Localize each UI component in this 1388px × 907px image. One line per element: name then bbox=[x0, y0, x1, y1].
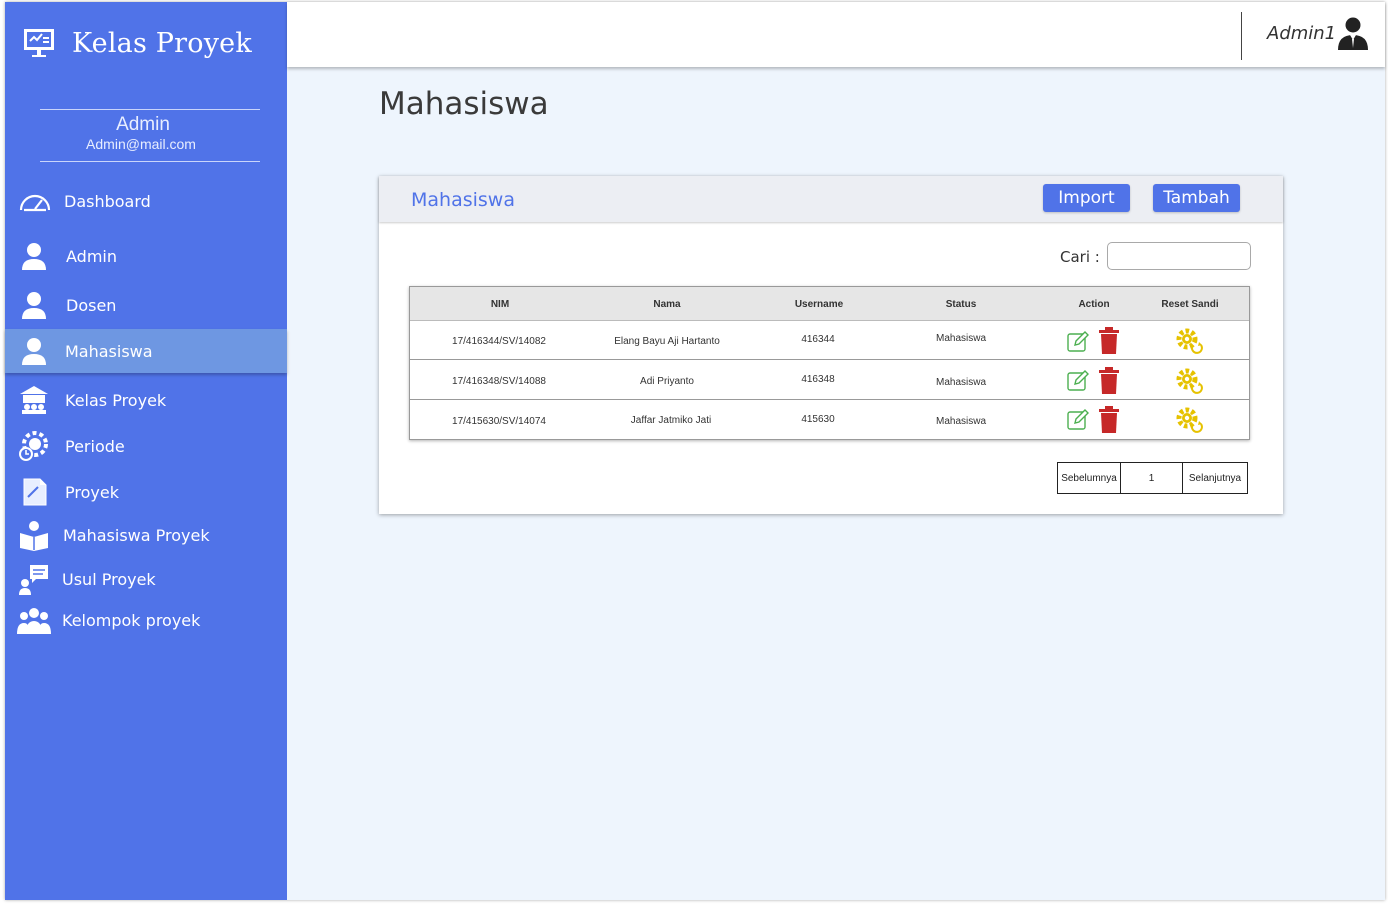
sidebar-item-dashboard[interactable]: Dashboard bbox=[5, 183, 287, 219]
divider bbox=[40, 109, 260, 110]
search-input[interactable] bbox=[1107, 242, 1251, 270]
table-row: 17/416348/SV/14088 Adi Priyanto 416348 M… bbox=[410, 361, 1249, 400]
pagination-prev-button[interactable]: Sebelumnya bbox=[1058, 463, 1121, 493]
user-icon bbox=[17, 239, 51, 273]
table-row: 17/416344/SV/14082 Elang Bayu Aji Hartan… bbox=[410, 321, 1249, 360]
cell-nim: 17/415630/SV/14074 bbox=[452, 416, 546, 427]
column-header-status[interactable]: Status bbox=[946, 299, 977, 310]
mahasiswa-card: Mahasiswa Import Tambah Cari : NIM Nama … bbox=[379, 176, 1283, 514]
card-header: Mahasiswa Import Tambah bbox=[379, 176, 1283, 222]
user-icon bbox=[17, 334, 51, 368]
reset-password-gear-icon[interactable] bbox=[1175, 327, 1203, 355]
app-title: Kelas Proyek bbox=[72, 27, 252, 59]
cell-nama: Adi Priyanto bbox=[640, 376, 694, 387]
reader-icon bbox=[17, 518, 51, 552]
page-title: Mahasiswa bbox=[379, 86, 549, 122]
pagination-next-button[interactable]: Selanjutnya bbox=[1183, 463, 1247, 493]
edit-icon[interactable] bbox=[1066, 330, 1090, 354]
cell-status: Mahasiswa bbox=[935, 377, 987, 388]
sidebar-item-label: Mahasiswa bbox=[65, 341, 153, 361]
top-bar: Admin1 bbox=[287, 2, 1385, 67]
delete-icon[interactable] bbox=[1098, 327, 1120, 354]
sidebar-item-mahasiswa-proyek[interactable]: Mahasiswa Proyek bbox=[5, 517, 287, 553]
card-title: Mahasiswa bbox=[411, 189, 515, 211]
reset-password-gear-icon[interactable] bbox=[1175, 406, 1203, 434]
current-user-name[interactable]: Admin1 bbox=[1267, 23, 1336, 44]
reset-password-gear-icon[interactable] bbox=[1175, 367, 1203, 395]
cell-username: 416344 bbox=[801, 334, 835, 345]
sidebar-item-label: Dashboard bbox=[64, 191, 151, 211]
cell-username: 415630 bbox=[801, 414, 835, 425]
divider bbox=[40, 161, 260, 162]
column-header-username[interactable]: Username bbox=[795, 299, 843, 310]
edit-icon[interactable] bbox=[1066, 369, 1090, 393]
sidebar-item-label: Dosen bbox=[66, 295, 117, 315]
import-button[interactable]: Import bbox=[1043, 184, 1130, 212]
cell-nim: 17/416344/SV/14082 bbox=[452, 336, 546, 347]
column-header-nim[interactable]: NIM bbox=[491, 299, 509, 310]
user-avatar-icon[interactable] bbox=[1337, 16, 1369, 50]
add-button[interactable]: Tambah bbox=[1153, 184, 1240, 212]
cell-nim: 17/416348/SV/14088 bbox=[452, 376, 546, 387]
cell-nama: Jaffar Jatmiko Jati bbox=[630, 415, 712, 426]
header-divider bbox=[1241, 12, 1242, 60]
presentation-board-icon bbox=[24, 29, 54, 57]
delete-icon[interactable] bbox=[1098, 406, 1120, 433]
delete-icon[interactable] bbox=[1098, 367, 1120, 394]
sidebar-item-label: Proyek bbox=[65, 482, 119, 502]
search-label: Cari : bbox=[1060, 248, 1100, 266]
group-icon bbox=[17, 603, 51, 637]
sidebar: Kelas Proyek Admin Admin@mail.com Dashbo… bbox=[5, 2, 287, 900]
sidebar-item-proyek[interactable]: Proyek bbox=[5, 474, 287, 510]
edit-icon[interactable] bbox=[1066, 408, 1090, 432]
brand[interactable]: Kelas Proyek bbox=[22, 26, 252, 60]
sidebar-item-label: Kelompok proyek bbox=[62, 610, 201, 630]
column-header-action: Action bbox=[1078, 299, 1110, 310]
sidebar-item-mahasiswa[interactable]: Mahasiswa bbox=[5, 329, 287, 373]
sidebar-item-label: Kelas Proyek bbox=[65, 390, 167, 410]
sidebar-item-label: Admin bbox=[66, 246, 117, 266]
cell-username: 416348 bbox=[801, 374, 835, 385]
column-header-nama[interactable]: Nama bbox=[653, 299, 680, 310]
classroom-icon bbox=[17, 383, 51, 417]
column-header-reset-sandi: Reset Sandi bbox=[1161, 299, 1219, 310]
sidebar-item-kelompok-proyek[interactable]: Kelompok proyek bbox=[5, 602, 287, 638]
cell-status: Mahasiswa bbox=[935, 333, 987, 344]
profile-email: Admin@mail.com bbox=[86, 136, 196, 152]
cell-status: Mahasiswa bbox=[935, 416, 987, 427]
pagination: Sebelumnya 1 Selanjutnya bbox=[1057, 462, 1248, 494]
table-row: 17/415630/SV/14074 Jaffar Jatmiko Jati 4… bbox=[410, 401, 1249, 439]
clock-gear-icon bbox=[17, 429, 51, 463]
user-icon bbox=[17, 288, 51, 322]
sidebar-item-kelas-proyek[interactable]: Kelas Proyek bbox=[5, 382, 287, 418]
cell-nama: Elang Bayu Aji Hartanto bbox=[614, 336, 720, 347]
sidebar-item-label: Usul Proyek bbox=[62, 569, 156, 589]
table-header: NIM Nama Username Status Action Reset Sa… bbox=[410, 287, 1249, 321]
sidebar-item-periode[interactable]: Periode bbox=[5, 428, 287, 464]
app-frame: Kelas Proyek Admin Admin@mail.com Dashbo… bbox=[5, 2, 1385, 900]
profile-name: Admin bbox=[116, 114, 170, 135]
sidebar-item-label: Mahasiswa Proyek bbox=[63, 525, 210, 545]
students-table: NIM Nama Username Status Action Reset Sa… bbox=[409, 286, 1250, 440]
document-icon bbox=[17, 475, 51, 509]
chat-user-icon bbox=[17, 562, 51, 596]
sidebar-item-admin[interactable]: Admin bbox=[5, 238, 287, 274]
pagination-page-1[interactable]: 1 bbox=[1121, 463, 1183, 493]
dashboard-gauge-icon bbox=[18, 184, 52, 218]
sidebar-item-usul-proyek[interactable]: Usul Proyek bbox=[5, 561, 287, 597]
sidebar-item-label: Periode bbox=[65, 436, 125, 456]
sidebar-item-dosen[interactable]: Dosen bbox=[5, 287, 287, 323]
